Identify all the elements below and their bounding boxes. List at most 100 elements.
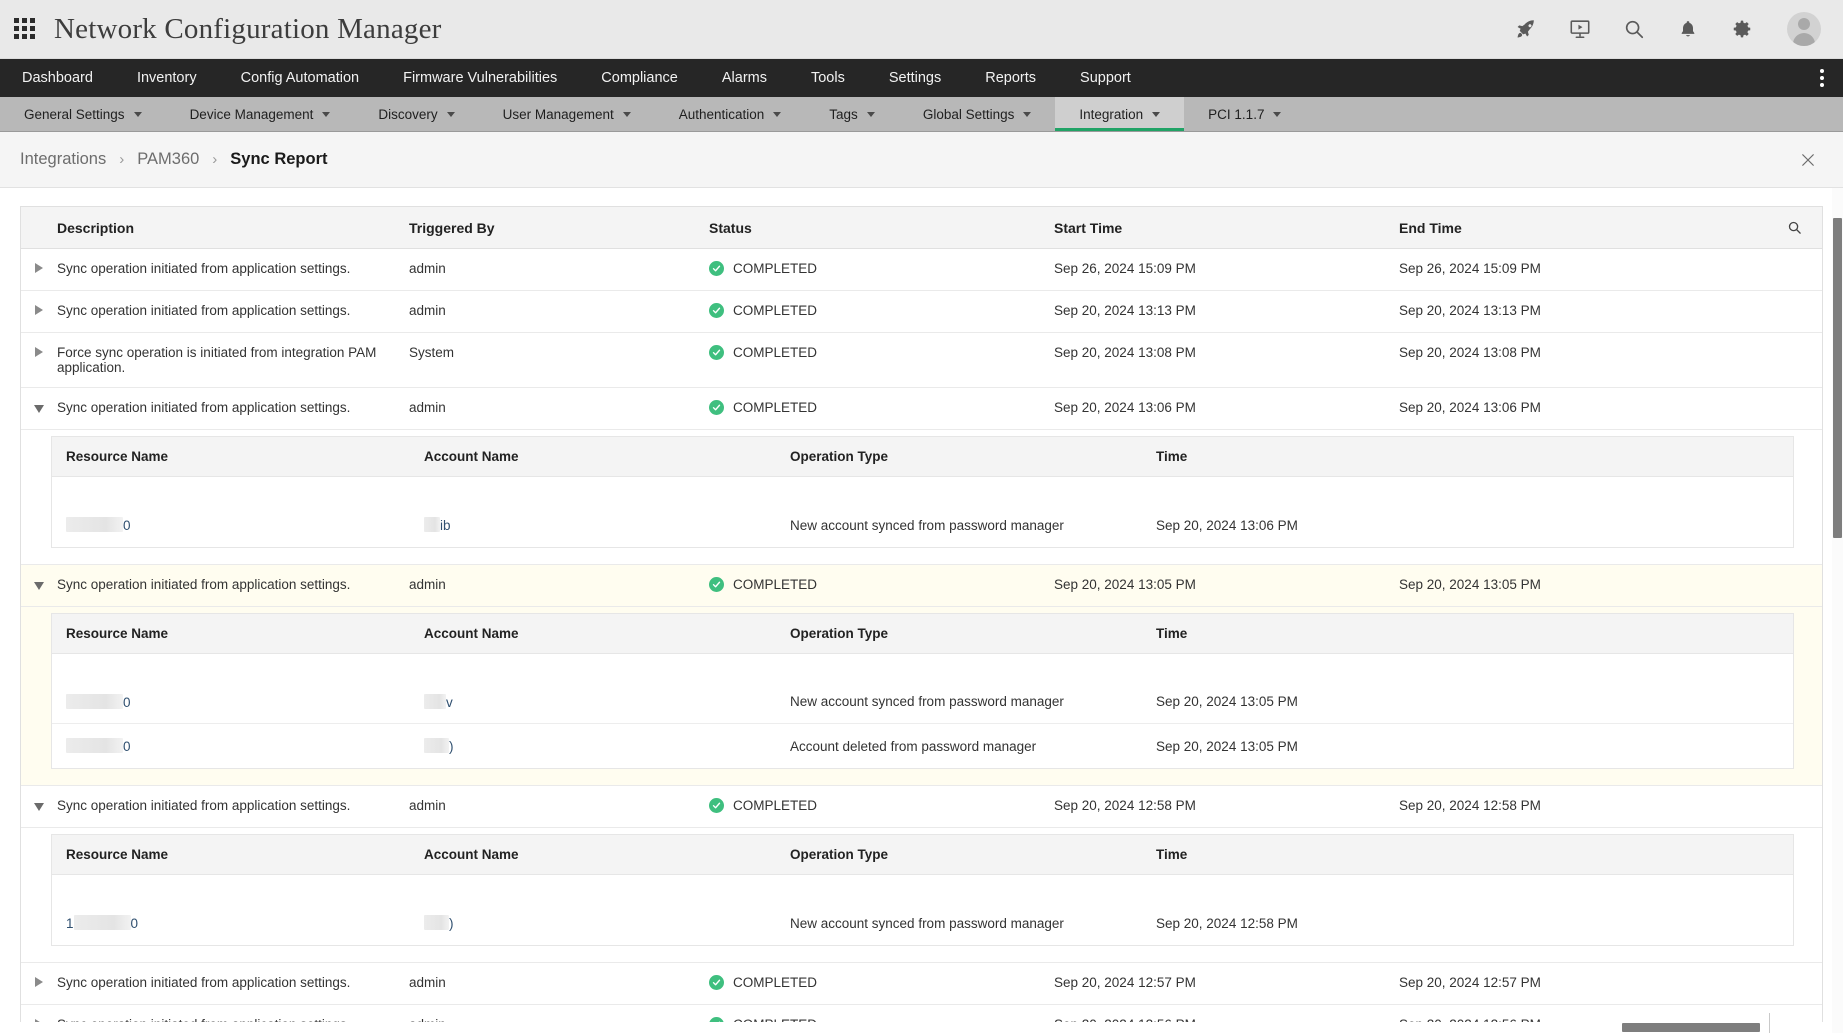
expand-row-icon[interactable] [21,303,57,315]
chevron-down-icon[interactable] [1023,112,1031,117]
close-icon[interactable] [1795,147,1821,173]
breadcrumb-item-pam360[interactable]: PAM360 [137,150,199,169]
more-options-icon[interactable] [1809,59,1835,97]
table-row[interactable]: Sync operation initiated from applicatio… [21,565,1822,607]
app-grid-icon[interactable] [14,18,36,40]
nav-item-settings[interactable]: Settings [867,59,963,97]
collapse-row-icon[interactable] [21,400,57,413]
subnav-item-discovery[interactable]: Discovery [354,97,478,131]
account-name-suffix: ) [449,739,454,754]
row-end-time: Sep 20, 2024 13:05 PM [1399,577,1766,592]
expanded-row-group: Sync operation initiated from applicatio… [21,565,1822,786]
subnav-item-label: Device Management [190,107,314,122]
row-details-table: Resource NameAccount NameOperation TypeT… [51,436,1794,548]
horizontal-scrollbar[interactable] [0,1022,1832,1033]
presentation-icon[interactable] [1567,16,1593,42]
expand-row-icon[interactable] [21,975,57,987]
row-description: Sync operation initiated from applicatio… [57,577,409,592]
subnav-item-user-management[interactable]: User Management [479,97,655,131]
row-description: Sync operation initiated from applicatio… [57,798,409,813]
chevron-down-icon[interactable] [1152,112,1160,117]
rocket-icon[interactable] [1513,16,1539,42]
subnav-item-authentication[interactable]: Authentication [655,97,806,131]
detail-resource-name: 0 [52,694,424,710]
table-row[interactable]: Sync operation initiated from applicatio… [21,963,1822,1005]
column-header-account-name: Account Name [424,449,790,464]
column-header-description[interactable]: Description [57,220,409,236]
status-label: COMPLETED [733,261,817,276]
subnav-item-global-settings[interactable]: Global Settings [899,97,1056,131]
bell-icon[interactable] [1675,16,1701,42]
row-start-time: Sep 26, 2024 15:09 PM [1054,261,1399,276]
column-header-start-time[interactable]: Start Time [1054,220,1399,236]
subnav-item-device-management[interactable]: Device Management [166,97,355,131]
chevron-down-icon[interactable] [134,112,142,117]
breadcrumb-item-sync-report: Sync Report [230,150,327,169]
details-row[interactable]: 0)Account deleted from password managerS… [52,724,1793,768]
nav-item-tools[interactable]: Tools [789,59,867,97]
breadcrumb-item-integrations[interactable]: Integrations [20,150,106,169]
chevron-down-icon[interactable] [447,112,455,117]
vertical-scrollbar[interactable] [1832,188,1843,1033]
status-badge: COMPLETED [709,400,1054,415]
nav-item-support[interactable]: Support [1058,59,1153,97]
nav-item-dashboard[interactable]: Dashboard [0,59,115,97]
row-end-time: Sep 20, 2024 13:13 PM [1399,303,1766,318]
subnav-item-label: User Management [503,107,614,122]
expand-row-icon[interactable] [21,345,57,357]
table-row[interactable]: Sync operation initiated from applicatio… [21,291,1822,333]
horizontal-scrollbar-thumb[interactable] [1622,1023,1760,1032]
vertical-scrollbar-thumb[interactable] [1833,218,1842,538]
subnav-item-pci-1-1-7[interactable]: PCI 1.1.7 [1184,97,1305,131]
header-icon-group [1513,12,1821,46]
column-header-operation-type: Operation Type [790,626,1156,641]
nav-item-compliance[interactable]: Compliance [579,59,700,97]
table-row[interactable]: Sync operation initiated from applicatio… [21,786,1822,828]
row-start-time: Sep 20, 2024 12:57 PM [1054,975,1399,990]
row-description: Sync operation initiated from applicatio… [57,400,409,415]
column-header-status[interactable]: Status [709,220,1054,236]
table-row[interactable]: Sync operation initiated from applicatio… [21,388,1822,430]
column-header-triggered-by[interactable]: Triggered By [409,220,709,236]
column-header-end-time[interactable]: End Time [1399,220,1766,236]
subnav-item-tags[interactable]: Tags [805,97,899,131]
table-row[interactable]: Force sync operation is initiated from i… [21,333,1822,388]
collapse-row-icon[interactable] [21,577,57,590]
row-start-time: Sep 20, 2024 13:08 PM [1054,345,1399,360]
chevron-down-icon[interactable] [322,112,330,117]
chevron-down-icon[interactable] [867,112,875,117]
collapse-row-icon[interactable] [21,798,57,811]
search-icon[interactable] [1621,16,1647,42]
subnav-item-integration[interactable]: Integration [1055,97,1184,131]
nav-item-inventory[interactable]: Inventory [115,59,219,97]
sync-report-table: Description Triggered By Status Start Ti… [20,206,1823,1033]
detail-operation-type: Account deleted from password manager [790,739,1156,754]
resource-name-suffix: 0 [123,695,131,710]
details-row[interactable]: 0ibNew account synced from password mana… [52,503,1793,547]
chevron-down-icon[interactable] [773,112,781,117]
nav-item-alarms[interactable]: Alarms [700,59,789,97]
expand-row-icon[interactable] [21,261,57,273]
avatar[interactable] [1787,12,1821,46]
table-row[interactable]: Sync operation initiated from applicatio… [21,249,1822,291]
chevron-down-icon[interactable] [623,112,631,117]
nav-item-reports[interactable]: Reports [963,59,1058,97]
status-badge: COMPLETED [709,798,1054,813]
status-label: COMPLETED [733,400,817,415]
column-header-operation-type: Operation Type [790,449,1156,464]
nav-item-firmware-vulnerabilities[interactable]: Firmware Vulnerabilities [381,59,579,97]
detail-account-name: ) [424,915,790,931]
gear-icon[interactable] [1729,16,1755,42]
status-label: COMPLETED [733,345,817,360]
table-search-icon[interactable] [1766,220,1822,235]
row-end-time: Sep 20, 2024 12:58 PM [1399,798,1766,813]
expanded-row-group: Sync operation initiated from applicatio… [21,786,1822,963]
detail-resource-name: 0 [52,517,424,533]
subnav-item-general-settings[interactable]: General Settings [0,97,166,131]
nav-item-config-automation[interactable]: Config Automation [219,59,382,97]
details-body-spacer [52,477,1793,503]
details-row[interactable]: 0vNew account synced from password manag… [52,680,1793,724]
details-row[interactable]: 10)New account synced from password mana… [52,901,1793,945]
row-details-wrapper: Resource NameAccount NameOperation TypeT… [21,828,1822,962]
chevron-down-icon[interactable] [1273,112,1281,117]
